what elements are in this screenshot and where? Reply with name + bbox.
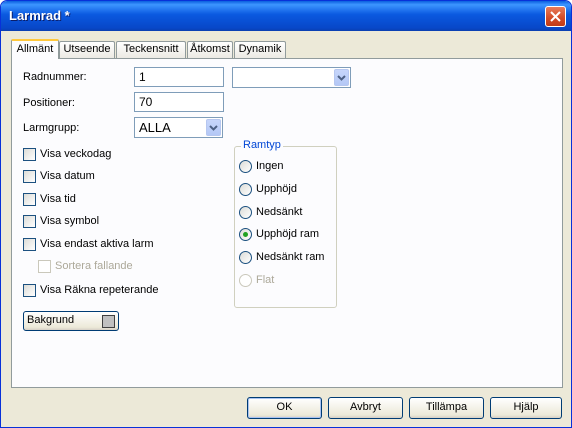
tab-dynamik[interactable]: Dynamik (234, 41, 286, 58)
apply-button[interactable]: Tillämpa (409, 397, 484, 419)
positioner-input[interactable]: 70 (134, 92, 224, 112)
tab-panel-allmant: Radnummer: 1 Positioner: 70 Larmgrupp: A… (11, 58, 563, 388)
ramtyp-title: Ramtyp (241, 139, 283, 151)
ramtyp-ingen-label: Ingen (256, 160, 284, 172)
ramtyp-nedsankt-radio[interactable] (239, 206, 252, 219)
chevron-down-icon (209, 125, 218, 131)
bakgrund-button[interactable]: Bakgrund (23, 311, 119, 331)
visa-endast-aktiva-larm-checkbox[interactable] (23, 238, 36, 251)
tab-label: Åtkomst (190, 43, 230, 55)
close-button[interactable] (545, 6, 566, 27)
larmgrupp-label: Larmgrupp: (23, 122, 80, 134)
dropdown-button[interactable] (334, 69, 349, 86)
ok-button[interactable]: OK (247, 397, 322, 419)
ramtyp-ingen-radio[interactable] (239, 160, 252, 173)
visa-tid-label: Visa tid (40, 193, 76, 205)
visa-symbol-checkbox[interactable] (23, 215, 36, 228)
visa-datum-label: Visa datum (40, 170, 95, 182)
ramtyp-nedsankt-ram-radio[interactable] (239, 251, 252, 264)
positioner-label: Positioner: (23, 97, 75, 109)
bakgrund-label: Bakgrund (27, 314, 75, 326)
visa-veckodag-checkbox[interactable] (23, 148, 36, 161)
ramtyp-upphojd-label: Upphöjd (256, 183, 297, 195)
sortera-fallande-checkbox[interactable] (38, 260, 51, 273)
tab-allmant[interactable]: Allmänt (11, 39, 59, 59)
ramtyp-flat-label: Flat (256, 274, 275, 286)
visa-rakna-repeterande-label: Visa Räkna repeterande (40, 284, 159, 296)
help-button[interactable]: Hjälp (490, 397, 562, 419)
ramtyp-upphojd-ram-label: Upphöjd ram (256, 228, 319, 240)
radnummer-input[interactable]: 1 (134, 67, 224, 87)
radnummer-select[interactable] (232, 67, 351, 88)
bakgrund-color-swatch (102, 315, 115, 328)
larmgrupp-select-value: ALLA (139, 120, 171, 135)
ramtyp-nedsankt-ram-label: Nedsänkt ram (256, 251, 325, 263)
visa-rakna-repeterande-checkbox[interactable] (23, 284, 36, 297)
dialog-window: Larmrad * Allmänt Utseende Teckensnitt Å… (0, 0, 572, 428)
sortera-fallande-label: Sortera fallande (55, 260, 133, 272)
ramtyp-upphojd-ram-radio[interactable] (239, 228, 252, 241)
dropdown-button[interactable] (206, 119, 221, 136)
ramtyp-flat-radio[interactable] (239, 274, 252, 287)
visa-symbol-label: Visa symbol (40, 215, 100, 227)
tab-utseende[interactable]: Utseende (59, 41, 115, 58)
visa-endast-aktiva-larm-label: Visa endast aktiva larm (40, 238, 154, 250)
radnummer-label: Radnummer: (23, 71, 87, 83)
tab-atkomst[interactable]: Åtkomst (187, 41, 233, 58)
close-icon (550, 11, 561, 22)
visa-datum-checkbox[interactable] (23, 170, 36, 183)
tab-label: Teckensnitt (123, 43, 179, 55)
tab-label: Utseende (63, 43, 111, 55)
window-title: Larmrad * (9, 8, 70, 23)
title-bar[interactable]: Larmrad * (1, 1, 571, 31)
tab-label: Allmänt (16, 43, 54, 55)
visa-tid-checkbox[interactable] (23, 193, 36, 206)
ramtyp-upphojd-radio[interactable] (239, 183, 252, 196)
cancel-button[interactable]: Avbryt (328, 397, 403, 419)
chevron-down-icon (337, 75, 346, 81)
tab-teckensnitt[interactable]: Teckensnitt (116, 41, 186, 58)
larmgrupp-select[interactable]: ALLA (134, 117, 223, 138)
ramtyp-nedsankt-label: Nedsänkt (256, 206, 303, 218)
visa-veckodag-label: Visa veckodag (40, 148, 112, 160)
tab-label: Dynamik (238, 43, 282, 55)
